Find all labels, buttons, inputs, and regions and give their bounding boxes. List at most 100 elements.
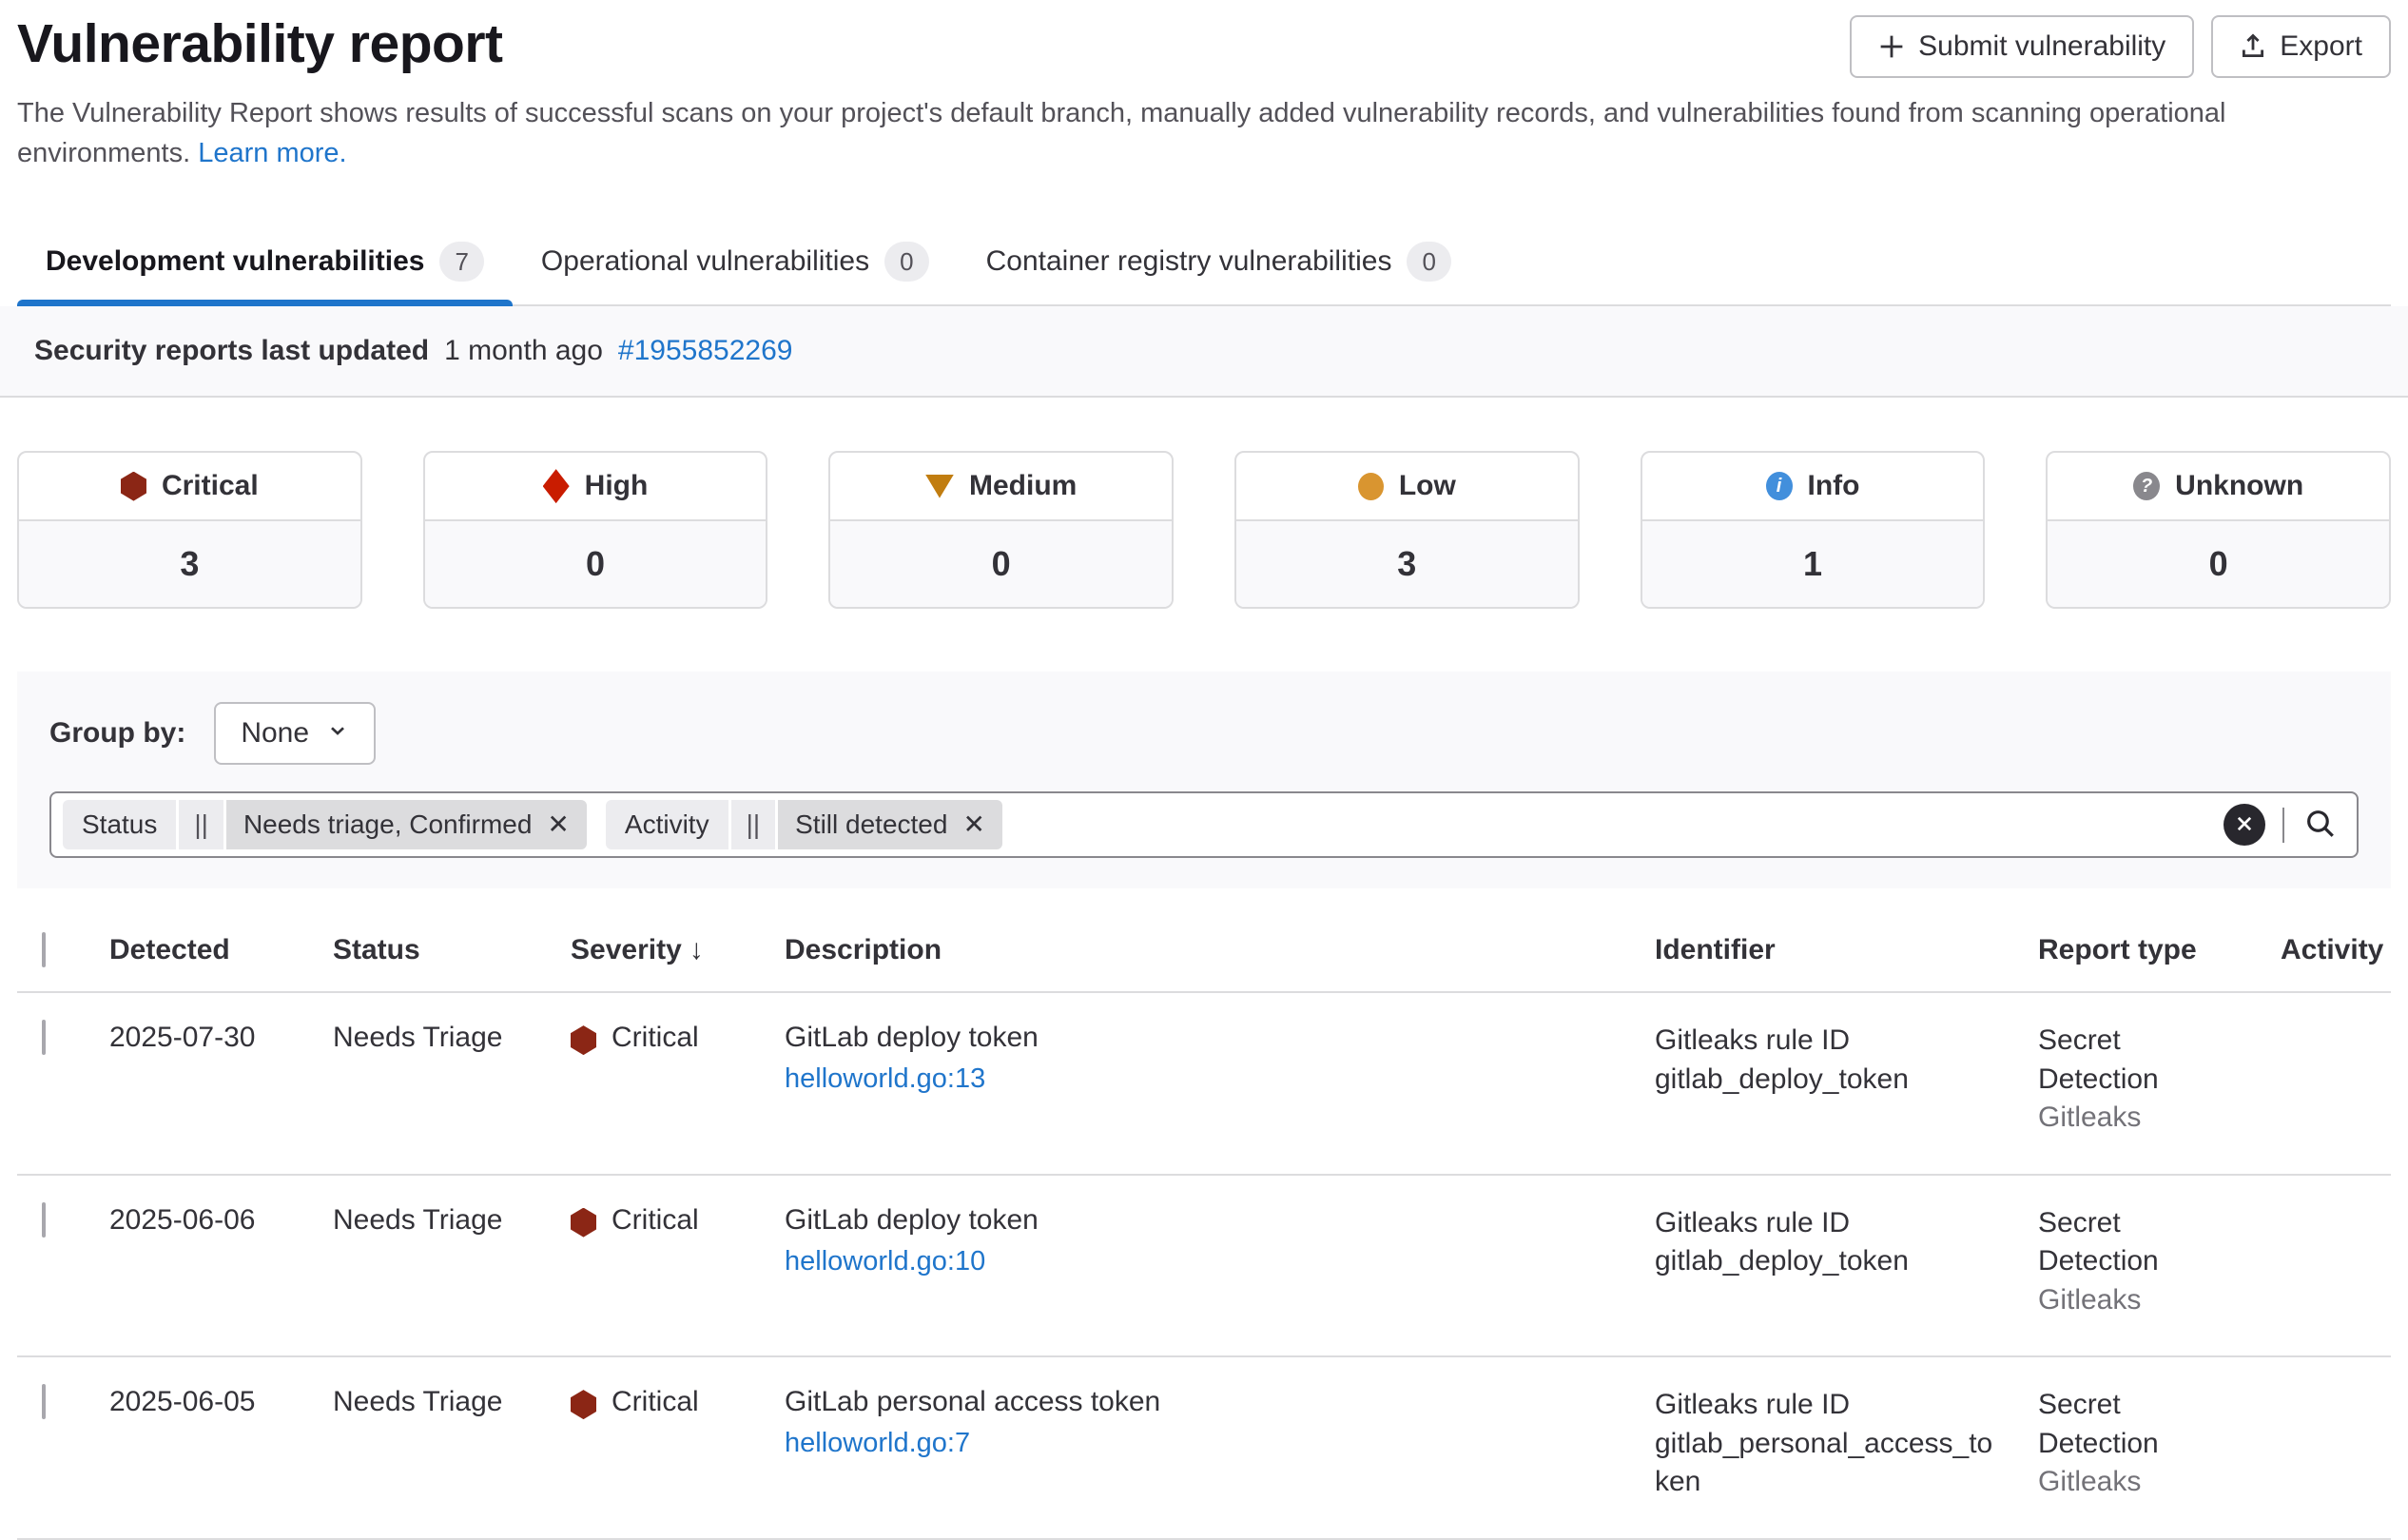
last-updated-label: Security reports last updated bbox=[34, 335, 429, 367]
report-type-cell: Secret Detection Gitleaks bbox=[2038, 1357, 2281, 1538]
severity-summary-cards: Critical 3 High 0 Medium 0 Low 3 i Info … bbox=[17, 451, 2391, 609]
description-text: The Vulnerability Report shows results o… bbox=[17, 98, 2225, 168]
submit-vulnerability-button[interactable]: Submit vulnerability bbox=[1850, 15, 2194, 78]
identifier-cell: Gitleaks rule ID gitlab_personal_access_… bbox=[1655, 1357, 2021, 1538]
location-link[interactable]: helloworld.go:10 bbox=[785, 1246, 1632, 1277]
table-row[interactable]: 2025-06-05 Needs Triage Critical GitLab … bbox=[17, 1357, 2391, 1540]
tab-label: Operational vulnerabilities bbox=[541, 245, 869, 278]
tab-count-badge: 0 bbox=[1407, 242, 1450, 282]
column-header-severity[interactable]: Severity↓ bbox=[571, 907, 785, 991]
security-reports-last-updated-band: Security reports last updated 1 month ag… bbox=[0, 306, 2408, 398]
tab-label: Development vulnerabilities bbox=[46, 245, 424, 278]
report-type-cell: Secret Detection Gitleaks bbox=[2038, 1176, 2281, 1356]
severity-critical-icon bbox=[571, 1025, 596, 1055]
severity-card-unknown[interactable]: ? Unknown 0 bbox=[2046, 451, 2391, 609]
filter-token-activity[interactable]: Activity || Still detected ✕ bbox=[606, 800, 1002, 849]
detected-cell: 2025-07-30 bbox=[109, 993, 333, 1174]
token-value[interactable]: Needs triage, Confirmed ✕ bbox=[226, 800, 587, 849]
severity-card-count: 1 bbox=[1642, 521, 1984, 607]
export-icon bbox=[2240, 33, 2266, 60]
tab-count-badge: 7 bbox=[439, 242, 483, 282]
vulnerability-title-link[interactable]: GitLab deploy token bbox=[785, 1204, 1039, 1236]
severity-label: Critical bbox=[612, 1022, 699, 1054]
tab-operational-vulnerabilities[interactable]: Operational vulnerabilities 0 bbox=[513, 223, 958, 304]
token-value-text: Still detected bbox=[795, 809, 947, 840]
severity-card-critical[interactable]: Critical 3 bbox=[17, 451, 362, 609]
search-button[interactable] bbox=[2282, 808, 2357, 843]
severity-card-medium[interactable]: Medium 0 bbox=[828, 451, 1174, 609]
token-operator[interactable]: || bbox=[179, 800, 223, 849]
description-cell: GitLab deploy token helloworld.go:13 bbox=[785, 993, 1655, 1174]
report-type-text: Secret Detection bbox=[2038, 1204, 2204, 1281]
severity-unknown-icon: ? bbox=[2133, 472, 2160, 500]
column-header-detected[interactable]: Detected bbox=[109, 907, 333, 991]
vulnerability-tabs: Development vulnerabilities 7 Operationa… bbox=[17, 223, 2391, 306]
vulnerability-title-link[interactable]: GitLab personal access token bbox=[785, 1386, 1160, 1417]
vulnerability-filter-bar[interactable]: Status || Needs triage, Confirmed ✕ Acti… bbox=[49, 791, 2359, 858]
token-operator[interactable]: || bbox=[731, 800, 776, 849]
column-header-description[interactable]: Description bbox=[785, 907, 1655, 991]
tab-count-badge: 0 bbox=[884, 242, 928, 282]
sort-desc-icon: ↓ bbox=[689, 934, 704, 965]
pipeline-link[interactable]: #1955852269 bbox=[618, 335, 793, 367]
group-by-dropdown[interactable]: None bbox=[214, 702, 376, 765]
status-cell: Needs Triage bbox=[333, 1176, 571, 1356]
clear-filters-button[interactable] bbox=[2224, 804, 2265, 846]
export-button[interactable]: Export bbox=[2211, 15, 2391, 78]
table-header-row: Detected Status Severity↓ Description Id… bbox=[17, 907, 2391, 993]
scanner-name: Gitleaks bbox=[2038, 1463, 2204, 1502]
column-header-identifier[interactable]: Identifier bbox=[1655, 907, 2038, 991]
clear-icon bbox=[2234, 813, 2255, 837]
severity-medium-icon bbox=[925, 475, 954, 498]
scanner-name: Gitleaks bbox=[2038, 1281, 2204, 1320]
location-link[interactable]: helloworld.go:13 bbox=[785, 1063, 1632, 1095]
filter-tokens: Status || Needs triage, Confirmed ✕ Acti… bbox=[51, 793, 2224, 856]
column-header-status[interactable]: Status bbox=[333, 907, 571, 991]
plus-icon bbox=[1878, 33, 1905, 60]
severity-card-high[interactable]: High 0 bbox=[423, 451, 768, 609]
token-name[interactable]: Activity bbox=[606, 800, 728, 849]
severity-card-count: 0 bbox=[830, 521, 1172, 607]
group-by-label: Group by: bbox=[49, 717, 185, 750]
page-title: Vulnerability report bbox=[17, 13, 503, 76]
page-header: Vulnerability report Submit vulnerabilit… bbox=[0, 0, 2408, 78]
token-value[interactable]: Still detected ✕ bbox=[778, 800, 1002, 849]
location-link[interactable]: helloworld.go:7 bbox=[785, 1428, 1632, 1459]
table-row[interactable]: 2025-06-06 Needs Triage Critical GitLab … bbox=[17, 1176, 2391, 1358]
activity-cell bbox=[2281, 1357, 2391, 1538]
severity-cell: Critical bbox=[571, 1176, 785, 1356]
tab-development-vulnerabilities[interactable]: Development vulnerabilities 7 bbox=[17, 223, 513, 304]
column-header-activity[interactable]: Activity bbox=[2281, 907, 2402, 991]
row-checkbox[interactable] bbox=[42, 1384, 46, 1419]
severity-cell: Critical bbox=[571, 1357, 785, 1538]
scanner-name: Gitleaks bbox=[2038, 1099, 2204, 1138]
unknown-glyph: ? bbox=[2141, 476, 2152, 497]
identifier-cell: Gitleaks rule ID gitlab_deploy_token bbox=[1655, 993, 2021, 1174]
table-row[interactable]: 2025-07-30 Needs Triage Critical GitLab … bbox=[17, 993, 2391, 1176]
select-all-checkbox[interactable] bbox=[42, 932, 46, 967]
submit-vulnerability-label: Submit vulnerability bbox=[1918, 30, 2165, 63]
token-remove-icon[interactable]: ✕ bbox=[962, 811, 984, 838]
token-name[interactable]: Status bbox=[63, 800, 176, 849]
severity-label: Critical bbox=[612, 1386, 699, 1418]
row-checkbox[interactable] bbox=[42, 1202, 46, 1238]
token-value-text: Needs triage, Confirmed bbox=[243, 809, 532, 840]
row-checkbox[interactable] bbox=[42, 1020, 46, 1055]
description-cell: GitLab deploy token helloworld.go:10 bbox=[785, 1176, 1655, 1356]
page-description: The Vulnerability Report shows results o… bbox=[17, 93, 2391, 173]
token-remove-icon[interactable]: ✕ bbox=[547, 811, 569, 838]
column-header-report-type[interactable]: Report type bbox=[2038, 907, 2281, 991]
detected-cell: 2025-06-05 bbox=[109, 1357, 333, 1538]
severity-card-info[interactable]: i Info 1 bbox=[1641, 451, 1986, 609]
vulnerability-title-link[interactable]: GitLab deploy token bbox=[785, 1022, 1039, 1053]
severity-card-label: Info bbox=[1808, 470, 1860, 502]
severity-card-count: 3 bbox=[19, 521, 360, 607]
report-type-cell: Secret Detection Gitleaks bbox=[2038, 993, 2281, 1174]
learn-more-link[interactable]: Learn more. bbox=[198, 138, 346, 168]
filter-token-status[interactable]: Status || Needs triage, Confirmed ✕ bbox=[63, 800, 587, 849]
activity-cell bbox=[2281, 993, 2391, 1174]
severity-high-icon bbox=[543, 469, 570, 503]
severity-card-low[interactable]: Low 3 bbox=[1234, 451, 1580, 609]
tab-container-registry-vulnerabilities[interactable]: Container registry vulnerabilities 0 bbox=[958, 223, 1480, 304]
detected-cell: 2025-06-06 bbox=[109, 1176, 333, 1356]
